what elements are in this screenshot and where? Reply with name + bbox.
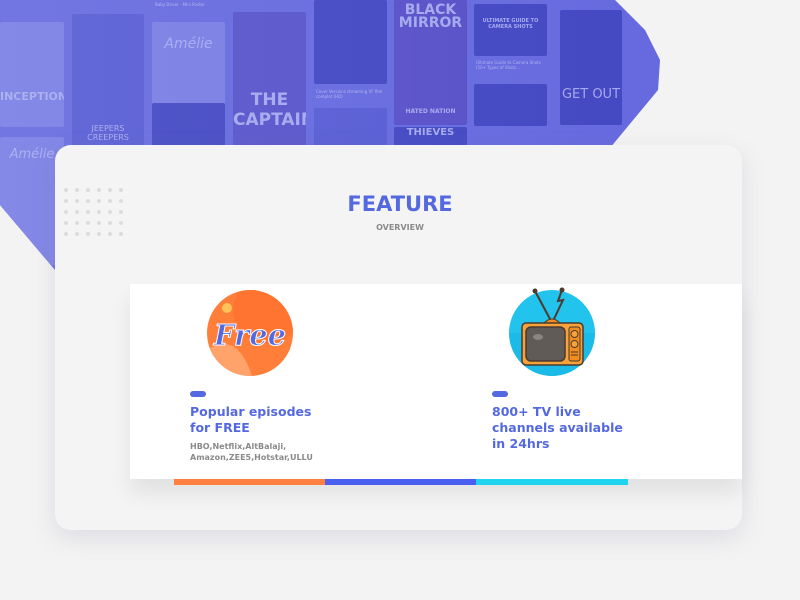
poster-caption: Cover Versions streaming VF film complet… [316, 89, 383, 99]
feature-title-line: 800+ TV live [492, 404, 581, 419]
poster [474, 84, 547, 126]
poster [314, 0, 387, 84]
feature-description-line: Amazon,ZEE5,Hotstar,ULLU [190, 453, 313, 462]
poster-black-mirror: BLACK MIRROR HATED NATION [394, 0, 467, 125]
free-badge-icon: Free [207, 290, 293, 376]
poster-captain: THE CAPTAIN [233, 12, 306, 146]
poster-guide: ULTIMATE GUIDE TO CAMERA SHOTS [474, 4, 547, 56]
tv-icon [509, 287, 595, 376]
feature-title-line: Popular episodes [190, 404, 312, 419]
section-title: FEATURE [347, 192, 453, 216]
section-subtitle: OVERVIEW [376, 223, 424, 232]
poster-inception: INCEPTION [0, 22, 64, 127]
poster-title: Amélie [164, 36, 213, 52]
feature-title-line: channels available [492, 420, 623, 435]
poster-get-out: GET OUT [560, 10, 622, 125]
poster-title: THE CAPTAIN [233, 90, 306, 130]
free-badge-text: Free [213, 318, 286, 352]
poster-title: THIEVES [406, 127, 455, 138]
accent-bar-cyan [476, 479, 628, 485]
poster [152, 103, 225, 148]
poster-title: Amélie [9, 147, 55, 162]
poster-title: GET OUT [561, 87, 621, 102]
feature-description-line: HBO,Netflix,AltBalaji, [190, 442, 287, 451]
feature-title-line: in 24hrs [492, 436, 550, 451]
dot-grid-decoration [62, 186, 125, 238]
feature-title: Popular episodes for FREE [190, 404, 311, 436]
feature-marker [190, 391, 206, 397]
poster-title: INCEPTION [0, 90, 64, 103]
poster [314, 108, 387, 148]
poster-caption: Ultimate Guide to Camera Shots (50+ Type… [476, 60, 541, 70]
feature-title-line: for FREE [190, 420, 250, 435]
poster-title: BLACK MIRROR [398, 2, 463, 31]
poster-amelie: Amélie [152, 22, 225, 127]
poster-title: JEEPERS CREEPERS [87, 124, 129, 142]
poster-title: ULTIMATE GUIDE TO CAMERA SHOTS [482, 18, 539, 30]
feature-description: HBO,Netflix,AltBalaji, Amazon,ZEE5,Hotsta… [190, 441, 313, 463]
poster [72, 14, 144, 126]
feature-title: 800+ TV live channels available in 24hrs [492, 404, 623, 452]
poster-caption: Baby Driver - Mini Poster [155, 2, 205, 7]
poster-subtitle: HATED NATION [405, 108, 456, 115]
accent-bar-orange [174, 479, 325, 485]
accent-bar-blue [325, 479, 476, 485]
feature-marker [492, 391, 508, 397]
